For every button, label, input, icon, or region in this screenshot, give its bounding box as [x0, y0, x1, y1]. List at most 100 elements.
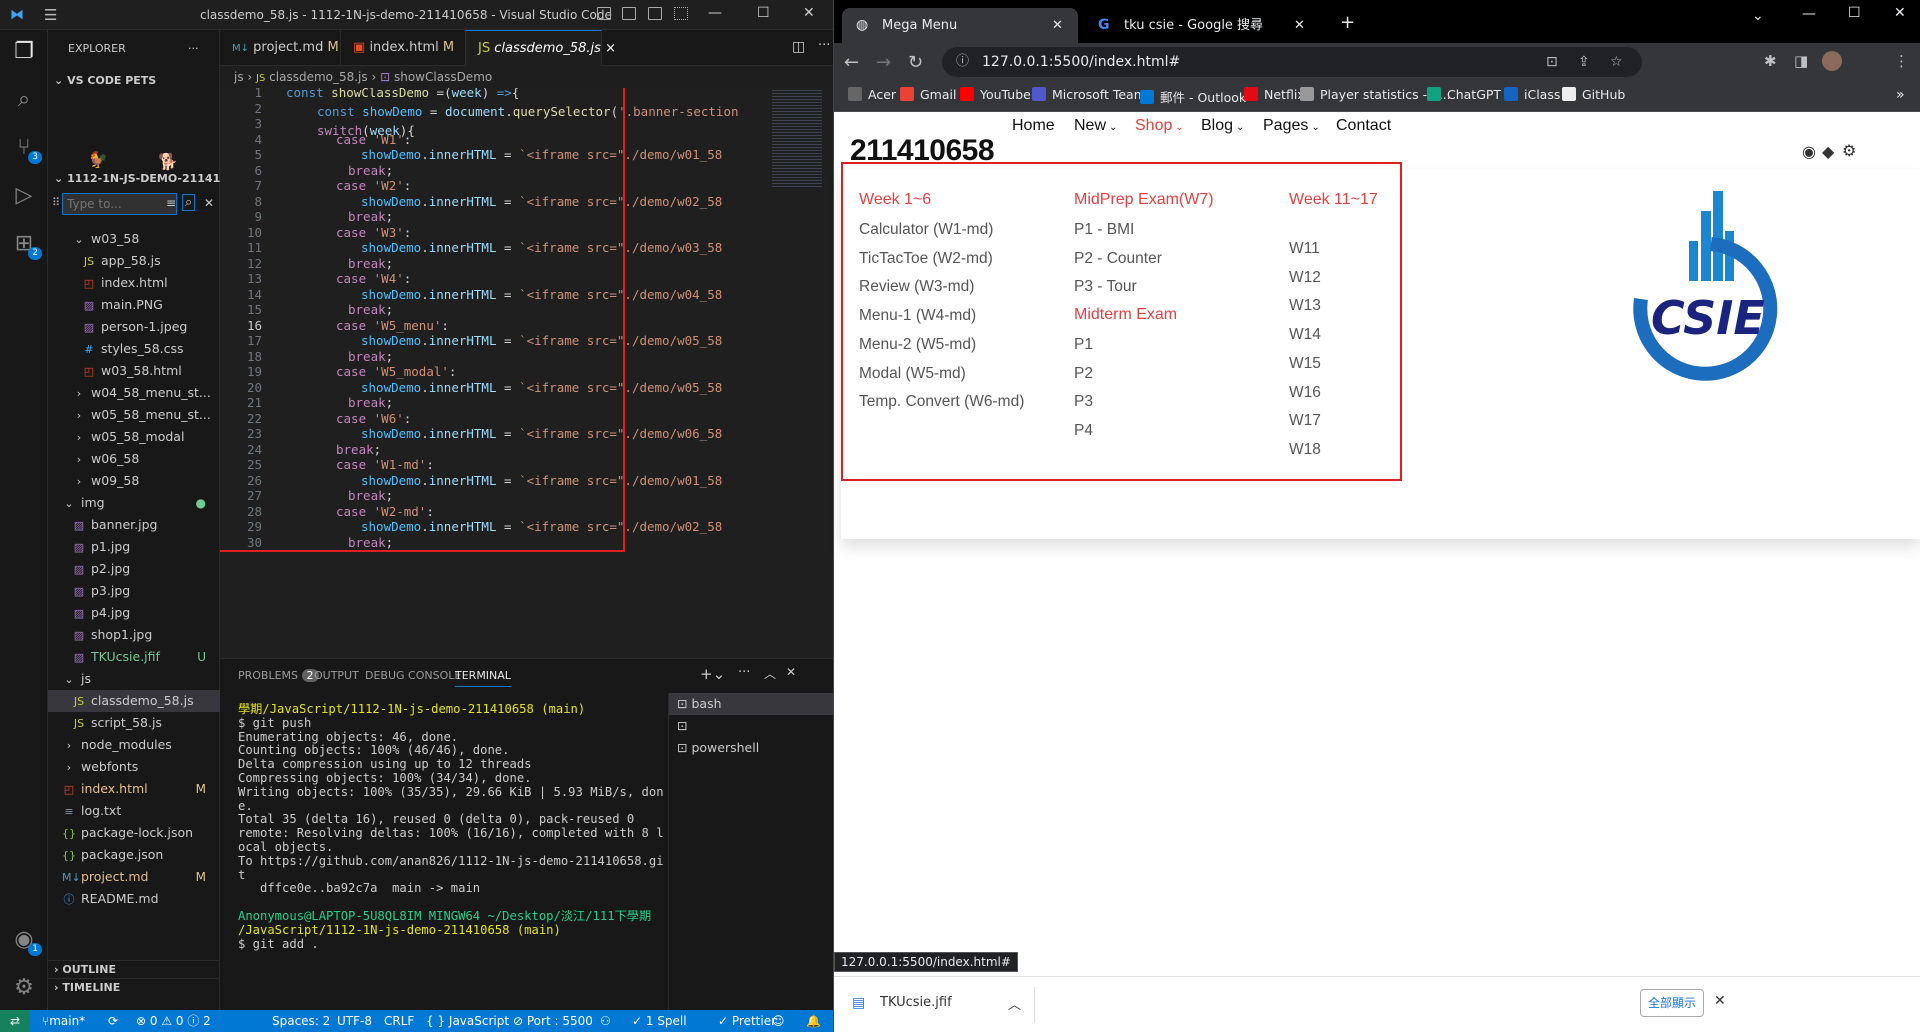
- terminal-output[interactable]: 學期/JavaScript/1112-1N-js-demo-211410658 …: [238, 701, 668, 951]
- panel-more-icon[interactable]: ···: [738, 665, 750, 680]
- download-filename[interactable]: TKUcsie.jfif: [880, 995, 952, 1010]
- maximize-icon[interactable]: ☐: [1848, 5, 1861, 21]
- menu-icon[interactable]: ☰: [44, 6, 57, 24]
- mega-menu-link[interactable]: W18: [1289, 441, 1321, 459]
- tab-close-icon[interactable]: ×: [605, 41, 616, 56]
- mega-menu-link[interactable]: P2 - Counter: [1074, 250, 1162, 268]
- mega-menu-link[interactable]: P3 - Tour: [1074, 278, 1137, 296]
- mega-menu-link[interactable]: P4: [1074, 422, 1093, 440]
- bookmark-item[interactable]: GitHub: [1562, 87, 1625, 102]
- layout-sidebar-icon[interactable]: [597, 7, 611, 20]
- show-all-button[interactable]: 全部顯示: [1640, 989, 1704, 1017]
- notifications-icon[interactable]: 🔔: [806, 1010, 821, 1032]
- file-tree-item[interactable]: ≡ log.txt: [48, 800, 220, 822]
- code-editor[interactable]: 1 2 3 4 5 6 7 8 9 10 11 12 13 14 15 16 17 18 19 20 21 22 23 24 2…: [220, 88, 833, 658]
- remote-icon[interactable]: ⇄: [0, 1010, 30, 1032]
- run-debug-icon[interactable]: ▷: [10, 182, 38, 210]
- file-tree-item[interactable]: › w04_58_menu_st...: [48, 382, 220, 404]
- file-tree-item[interactable]: › w06_58: [48, 448, 220, 470]
- new-tab-icon[interactable]: +: [1340, 12, 1355, 33]
- eol-status[interactable]: CRLF: [384, 1010, 414, 1032]
- breadcrumb-symbol[interactable]: showClassDemo: [394, 70, 492, 84]
- file-tree-item[interactable]: {} package-lock.json: [48, 822, 220, 844]
- terminal-item-bash[interactable]: ⊡ bash: [669, 693, 833, 715]
- explorer-icon[interactable]: ❐: [10, 38, 38, 66]
- bookmark-item[interactable]: Microsoft Teams: [1032, 87, 1152, 102]
- file-tree-item[interactable]: ▨ person-1.jpeg: [48, 316, 220, 338]
- bookmark-item[interactable]: YouTube: [960, 87, 1031, 102]
- bookmark-item[interactable]: 郵件 - Outlook: [1140, 87, 1246, 106]
- download-options-icon[interactable]: ︿: [1008, 994, 1021, 1013]
- file-tree-item[interactable]: M↓project.md M: [48, 866, 220, 888]
- tab-problems[interactable]: PROBLEMS 2: [238, 669, 319, 682]
- file-tree-item[interactable]: › w05_58_menu_st...: [48, 404, 220, 426]
- file-tree-item[interactable]: ⌄ img ●: [48, 492, 220, 514]
- mega-menu-link[interactable]: P3: [1074, 393, 1093, 411]
- file-tree-item[interactable]: ▨ p3.jpg: [48, 580, 220, 602]
- mega-menu-link[interactable]: P1: [1074, 336, 1093, 354]
- browser-tab-mega-menu[interactable]: ◍ Mega Menu ✕: [842, 8, 1078, 43]
- file-tree-item[interactable]: › node_modules: [48, 734, 220, 756]
- reload-icon[interactable]: ↻: [908, 52, 923, 73]
- outline-section[interactable]: › OUTLINE: [48, 960, 220, 978]
- extensions-icon[interactable]: ⊞ 2: [10, 230, 42, 260]
- tab-project-md[interactable]: M↓ project.md M: [220, 30, 341, 66]
- info-icon[interactable]: ⓘ: [956, 47, 969, 77]
- close-icon[interactable]: ✕: [1894, 5, 1906, 21]
- sidepanel-icon[interactable]: ◨: [1794, 52, 1808, 70]
- feedback-icon[interactable]: ☺: [772, 1010, 785, 1032]
- nav-new[interactable]: New ⌄: [1074, 117, 1117, 135]
- close-download-bar-icon[interactable]: ✕: [1714, 993, 1726, 1009]
- translate-icon[interactable]: ⊡: [1546, 47, 1558, 77]
- file-tree-item[interactable]: JS classdemo_58.js: [48, 690, 220, 712]
- file-tree-item[interactable]: ◰ index.html M: [48, 778, 220, 800]
- explorer-filter-input[interactable]: [62, 193, 177, 215]
- tab-index-html[interactable]: ▣ index.html M: [341, 30, 466, 66]
- mega-menu-link[interactable]: W17: [1289, 412, 1321, 430]
- mega-menu-link[interactable]: W15: [1289, 355, 1321, 373]
- file-tree-item[interactable]: › w09_58: [48, 470, 220, 492]
- settings-gear-icon[interactable]: ⚙: [1842, 141, 1856, 160]
- timeline-section[interactable]: › TIMELINE: [48, 978, 220, 996]
- extensions-icon[interactable]: ✱: [1764, 52, 1777, 70]
- bookmark-item[interactable]: Gmail: [900, 87, 956, 102]
- chrome-menu-icon[interactable]: ⋮: [1894, 52, 1909, 70]
- split-editor-icon[interactable]: ◫: [792, 39, 805, 55]
- tab-output[interactable]: OUTPUT: [314, 669, 359, 682]
- encoding-status[interactable]: UTF-8: [337, 1010, 372, 1032]
- mega-menu-link[interactable]: Temp. Convert (W6-md): [859, 393, 1024, 411]
- close-icon[interactable]: ✕: [803, 5, 815, 21]
- mega-menu-link[interactable]: W14: [1289, 326, 1321, 344]
- bookmark-item[interactable]: iClass: [1504, 87, 1560, 102]
- indent-status[interactable]: Spaces: 2: [272, 1010, 330, 1032]
- tab-search-icon[interactable]: ⌄: [1752, 8, 1764, 24]
- file-tree-item[interactable]: › webfonts: [48, 756, 220, 778]
- tab-close-icon[interactable]: ✕: [1294, 8, 1305, 43]
- new-terminal-icon[interactable]: +⌄: [700, 665, 725, 683]
- explorer-more-icon[interactable]: ···: [188, 38, 199, 60]
- mega-menu-link[interactable]: Review (W3-md): [859, 278, 974, 296]
- live-server-status[interactable]: ⊘ Port : 5500: [513, 1010, 593, 1032]
- git-icon[interactable]: ◆: [1822, 142, 1834, 161]
- minimap[interactable]: [772, 88, 822, 188]
- mega-menu-link[interactable]: Calculator (W1-md): [859, 221, 993, 239]
- tab-debug-console[interactable]: DEBUG CONSOLE: [365, 669, 461, 682]
- breadcrumb-file[interactable]: classdemo_58.js: [269, 70, 368, 84]
- file-tree-item[interactable]: ▨ p1.jpg: [48, 536, 220, 558]
- problems-status[interactable]: ⊗ 0 ⚠ 0 ⓘ 2: [136, 1010, 211, 1032]
- nav-shop[interactable]: Shop ⌄: [1135, 117, 1184, 135]
- more-bookmarks-icon[interactable]: »: [1896, 87, 1905, 103]
- mega-menu-link[interactable]: W13: [1289, 297, 1321, 315]
- file-tree-item[interactable]: ▨ TKUcsie.jfif U: [48, 646, 220, 668]
- maximize-panel-icon[interactable]: ︿: [764, 665, 776, 682]
- bookmark-star-icon[interactable]: ☆: [1610, 47, 1623, 77]
- fuzzy-match-icon[interactable]: ⌕: [182, 194, 196, 211]
- tab-terminal[interactable]: TERMINAL: [455, 669, 511, 687]
- avatar[interactable]: [1822, 51, 1842, 71]
- mega-menu-link[interactable]: Menu-2 (W5-md): [859, 336, 976, 354]
- project-folder-header[interactable]: ⌄ 1112-1N-JS-DEMO-21141...: [48, 168, 220, 190]
- source-control-icon[interactable]: ⑂ 3: [10, 134, 42, 164]
- minimize-icon[interactable]: —: [708, 5, 722, 21]
- file-tree-item[interactable]: ▨ p2.jpg: [48, 558, 220, 580]
- layout-secondary-icon[interactable]: [648, 7, 662, 20]
